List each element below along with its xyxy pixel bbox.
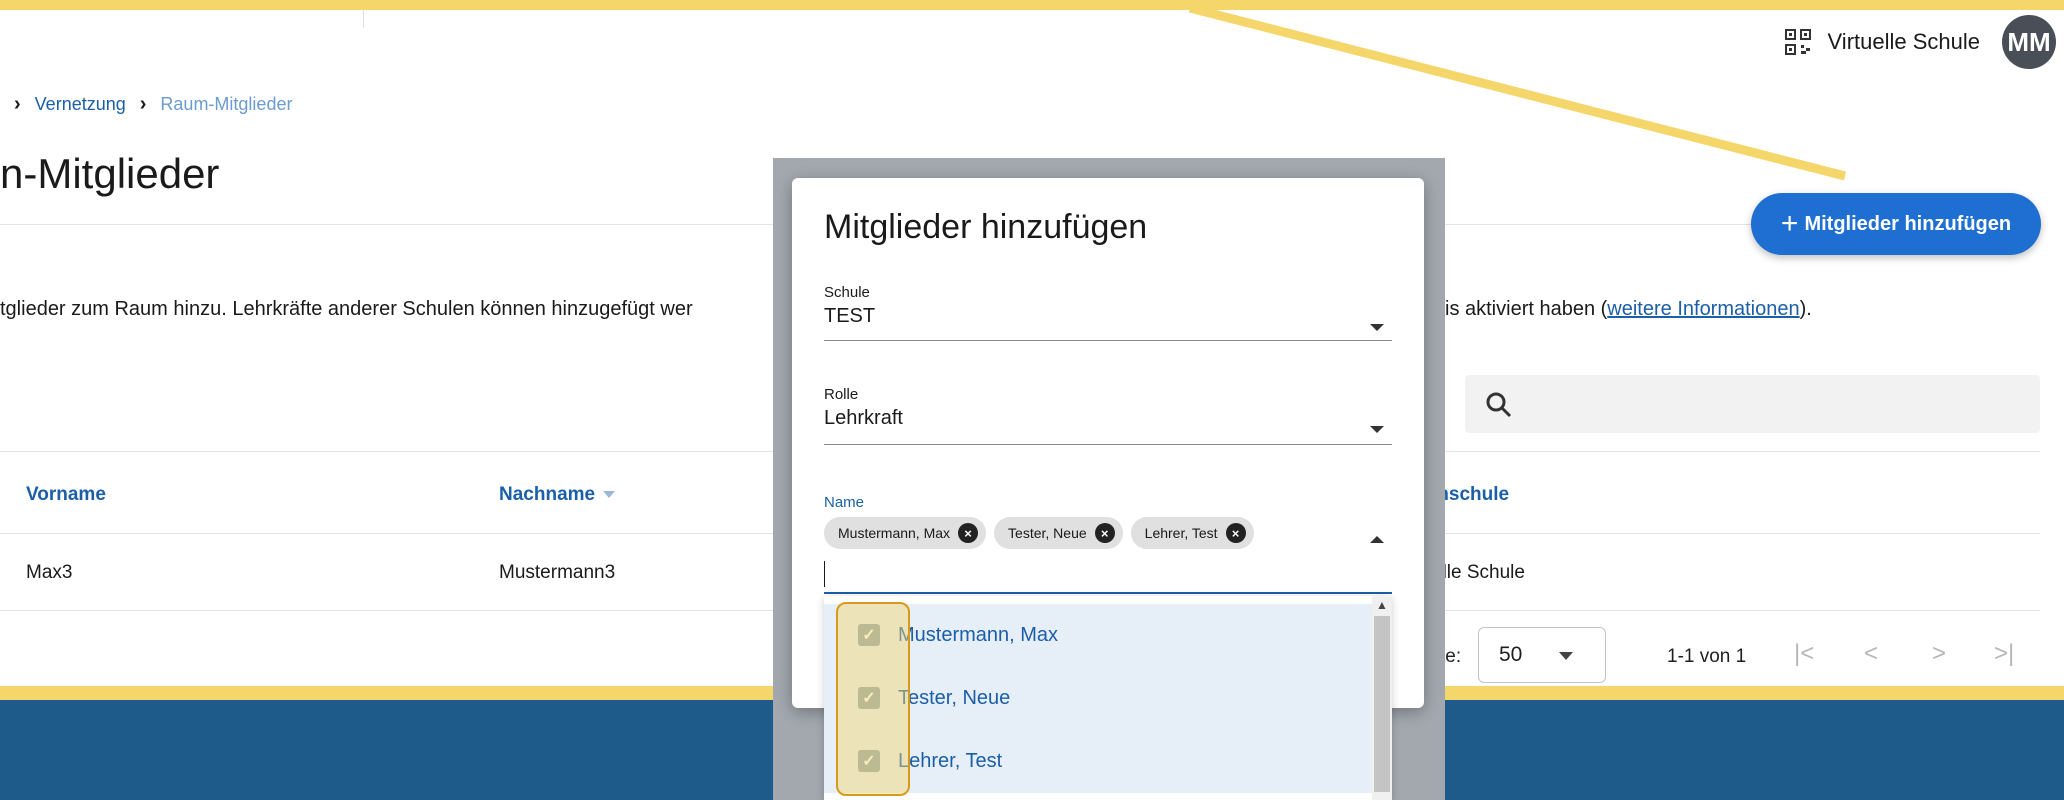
- chip: Mustermann, Max ×: [824, 517, 987, 549]
- plus-icon: +: [1780, 207, 1799, 240]
- breadcrumb-separator-icon: ›: [14, 93, 21, 115]
- name-autocomplete[interactable]: Name Mustermann, Max × Tester, Neue × Le…: [824, 494, 1392, 574]
- more-info-link[interactable]: weitere Informationen: [1607, 298, 1799, 320]
- scrollbar-thumb[interactable]: [1374, 616, 1390, 792]
- dialog-title: Mitglieder hinzufügen: [824, 208, 1148, 246]
- header-divider: [363, 10, 364, 28]
- info-text-suffix: ).: [1799, 298, 1812, 320]
- breadcrumb-separator-icon: ›: [139, 93, 147, 115]
- breadcrumb-current: Raum-Mitglieder: [160, 94, 293, 114]
- role-label: Rolle: [824, 386, 859, 403]
- column-header-nachname[interactable]: Nachname: [499, 484, 616, 506]
- close-icon[interactable]: ×: [958, 523, 979, 543]
- option-label: Tester, Neue: [898, 687, 1011, 709]
- top-highlight-stripe: [0, 0, 2064, 10]
- chevron-down-icon: [1370, 426, 1384, 433]
- option-label: Lehrer, Test: [898, 750, 1003, 772]
- info-text-prefix: is aktiviert haben (: [1445, 298, 1608, 320]
- next-page-button[interactable]: >: [1932, 640, 1946, 668]
- selected-chips: Mustermann, Max × Tester, Neue × Lehrer,…: [824, 517, 1392, 549]
- breadcrumb: › Vernetzung › Raum-Mitglieder: [0, 93, 292, 116]
- chip-label: Tester, Neue: [1008, 525, 1087, 541]
- scrollbar[interactable]: ▲: [1372, 596, 1392, 800]
- close-icon[interactable]: ×: [1225, 523, 1246, 543]
- table-cell-stammschule: elle Schule: [1432, 562, 1525, 583]
- pagination-range: 1-1 von 1: [1667, 646, 1747, 667]
- chevron-down-icon: [1559, 652, 1573, 660]
- qr-code-icon[interactable]: [1784, 28, 1812, 56]
- annotation-highlight-box: [836, 602, 910, 796]
- name-options-dropdown: ✓ Mustermann, Max ✓ Tester, Neue ✓ Lehre…: [824, 596, 1392, 800]
- option-label: Mustermann, Max: [898, 624, 1059, 646]
- name-label: Name: [824, 494, 865, 511]
- chip: Tester, Neue ×: [994, 517, 1123, 549]
- add-members-button-label: Mitglieder hinzufügen: [1804, 212, 2012, 235]
- breadcrumb-vernetzung[interactable]: Vernetzung: [35, 94, 126, 115]
- per-page-select[interactable]: 50: [1478, 627, 1606, 683]
- column-header-vorname[interactable]: Vorname: [26, 484, 106, 506]
- role-value: Lehrkraft: [824, 407, 903, 429]
- field-underline: [824, 340, 1392, 341]
- chip-label: Lehrer, Test: [1144, 525, 1218, 541]
- search-icon: [1486, 392, 1512, 418]
- info-text: tglieder zum Raum hinzu. Lehrkräfte ande…: [0, 298, 693, 320]
- avatar[interactable]: MM: [2002, 15, 2056, 69]
- search-input[interactable]: [1465, 375, 2040, 433]
- chip-label: Mustermann, Max: [838, 525, 951, 541]
- first-page-button[interactable]: |<: [1794, 640, 1814, 668]
- table-cell-vorname: Max3: [26, 562, 73, 583]
- school-value: TEST: [824, 305, 876, 327]
- add-members-button[interactable]: + Mitglieder hinzufügen: [1751, 193, 2041, 255]
- field-underline: [824, 444, 1392, 445]
- chevron-up-icon[interactable]: [1370, 536, 1384, 543]
- page-title: n-Mitglieder: [0, 150, 220, 197]
- header-right: Virtuelle Schule MM: [1784, 15, 2064, 69]
- last-page-button[interactable]: >|: [1994, 640, 2014, 668]
- info-text-right: is aktiviert haben (weitere Informatione…: [1445, 298, 1812, 321]
- text-cursor: [824, 561, 825, 587]
- sort-desc-icon: [603, 491, 616, 499]
- per-page-value: 50: [1499, 643, 1523, 666]
- role-select[interactable]: Rolle Lehrkraft: [824, 386, 1392, 445]
- school-label: Schule: [824, 284, 870, 301]
- school-select[interactable]: Schule TEST: [824, 284, 1392, 341]
- column-header-nachname-label: Nachname: [499, 484, 596, 505]
- chevron-down-icon: [1370, 324, 1384, 331]
- school-name[interactable]: Virtuelle Schule: [1828, 29, 1980, 55]
- chevron-up-icon[interactable]: ▲: [1376, 598, 1388, 612]
- chip: Lehrer, Test ×: [1130, 517, 1254, 549]
- prev-page-button[interactable]: <: [1864, 640, 1878, 668]
- name-input[interactable]: [824, 592, 1392, 594]
- close-icon[interactable]: ×: [1094, 523, 1115, 543]
- table-cell-nachname: Mustermann3: [499, 562, 616, 583]
